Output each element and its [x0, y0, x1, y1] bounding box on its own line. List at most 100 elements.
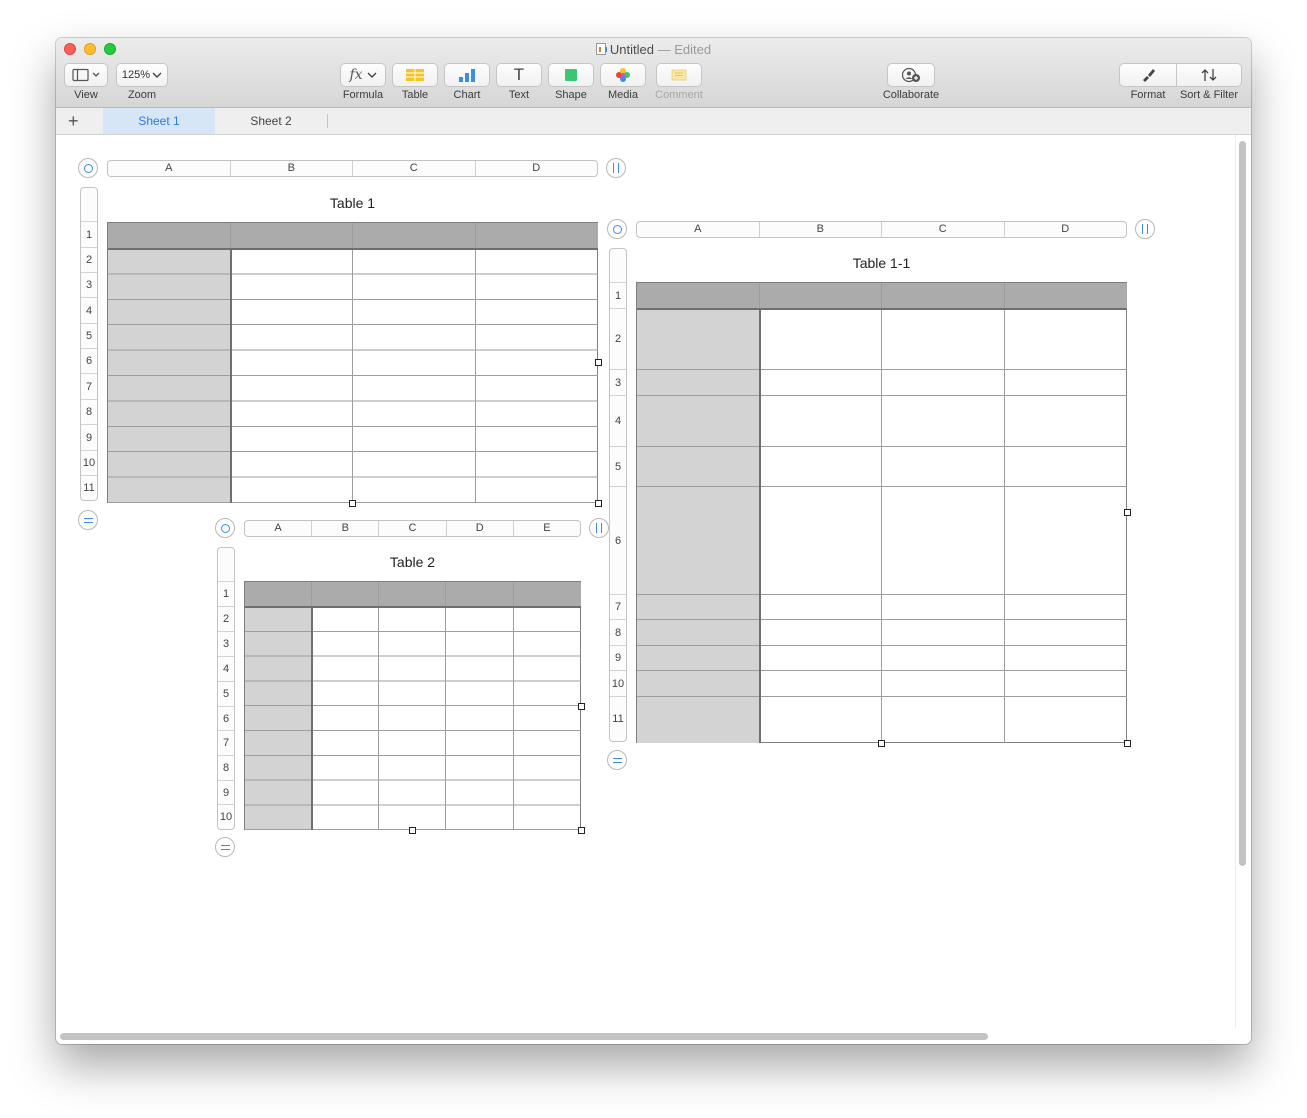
text-button[interactable]: T [496, 63, 542, 87]
column-header[interactable]: C [379, 521, 447, 536]
column-header[interactable]: A [245, 521, 313, 536]
row-header[interactable]: 6 [81, 348, 97, 373]
table-header-cell[interactable] [231, 223, 353, 249]
chart-button[interactable] [444, 63, 490, 87]
row-header[interactable]: 2 [81, 247, 97, 272]
row-header[interactable]: 2 [610, 308, 626, 369]
table-header-cell[interactable] [476, 223, 598, 249]
resize-handle[interactable] [595, 500, 602, 507]
column-header[interactable]: B [760, 222, 882, 237]
column-header[interactable]: A [637, 222, 760, 237]
column-header[interactable]: B [312, 521, 380, 536]
row-header[interactable]: 1 [610, 282, 626, 308]
table2-grid[interactable] [244, 581, 581, 830]
tab-sheet-1[interactable]: Sheet 1 [103, 108, 215, 134]
view-button[interactable] [64, 63, 108, 87]
table-button[interactable] [392, 63, 438, 87]
resize-handle[interactable] [349, 500, 356, 507]
column-header[interactable]: B [231, 161, 353, 176]
column-header[interactable]: C [353, 161, 476, 176]
table1-row-bar[interactable]: 1 2 3 4 5 6 7 8 9 10 11 [80, 187, 98, 501]
column-header[interactable]: D [447, 521, 514, 536]
table11-column-bar[interactable]: A B C D [636, 221, 1127, 238]
shape-button[interactable] [548, 63, 594, 87]
column-header[interactable]: A [108, 161, 231, 176]
table1-add-row-button[interactable] [78, 510, 98, 530]
table-column[interactable] [882, 309, 1005, 743]
collaborate-button[interactable] [887, 63, 935, 87]
row-header[interactable]: 3 [610, 369, 626, 395]
row-header[interactable]: 11 [81, 475, 97, 500]
row-header[interactable]: 10 [81, 450, 97, 475]
column-header[interactable]: C [882, 222, 1005, 237]
row-header[interactable]: 7 [610, 594, 626, 619]
formula-button[interactable]: fx [340, 63, 386, 87]
table1-column-bar[interactable]: A B C D [107, 160, 598, 177]
table1-grid[interactable] [107, 222, 598, 503]
zoom-select[interactable]: 125% [116, 63, 168, 87]
row-header[interactable]: 6 [610, 486, 626, 594]
table11-title[interactable]: Table 1-1 [636, 255, 1127, 271]
row-header[interactable]: 5 [218, 681, 234, 706]
row-header[interactable]: 9 [610, 645, 626, 670]
table-column[interactable] [760, 309, 882, 743]
row-header[interactable]: 4 [81, 297, 97, 323]
row-header[interactable]: 8 [218, 755, 234, 780]
add-sheet-button[interactable]: + [68, 111, 79, 131]
row-header[interactable]: 1 [218, 581, 234, 606]
format-button[interactable] [1119, 63, 1177, 87]
row-header[interactable]: 4 [218, 656, 234, 681]
table-header-column[interactable] [637, 309, 760, 743]
row-header[interactable]: 11 [610, 696, 626, 741]
resize-handle[interactable] [595, 359, 602, 366]
column-header[interactable]: D [1005, 222, 1127, 237]
table-header-cell[interactable] [446, 582, 514, 607]
row-header[interactable]: 9 [81, 424, 97, 450]
sort-filter-button[interactable] [1176, 63, 1242, 87]
row-header[interactable]: 8 [610, 619, 626, 645]
table1-add-column-button[interactable] [606, 158, 626, 178]
table2-select-button[interactable] [215, 518, 235, 538]
table11-select-button[interactable] [607, 219, 627, 239]
table-header-cell[interactable] [108, 223, 231, 249]
media-button[interactable] [600, 63, 646, 87]
row-header[interactable]: 7 [81, 373, 97, 399]
table2-title[interactable]: Table 2 [244, 554, 581, 570]
resize-handle[interactable] [1124, 509, 1131, 516]
table11-add-row-button[interactable] [607, 750, 627, 770]
row-header[interactable]: 1 [81, 221, 97, 247]
table-header-cell[interactable] [514, 582, 581, 607]
row-header[interactable]: 2 [218, 606, 234, 631]
row-header[interactable]: 3 [81, 272, 97, 297]
table-header-cell[interactable] [379, 582, 446, 607]
resize-handle[interactable] [578, 703, 585, 710]
row-header[interactable]: 7 [218, 730, 234, 755]
table2-row-bar[interactable]: 1 2 3 4 5 6 7 8 9 10 [217, 547, 235, 830]
comment-button[interactable] [656, 63, 702, 87]
row-header[interactable]: 5 [81, 323, 97, 348]
table2-add-column-button[interactable] [589, 518, 609, 538]
table-header-cell[interactable] [312, 582, 379, 607]
table11-add-column-button[interactable] [1135, 219, 1155, 239]
horizontal-scrollbar[interactable] [60, 1033, 988, 1040]
table11-row-bar[interactable]: 1 2 3 4 5 6 7 8 9 10 11 [609, 248, 627, 742]
resize-handle[interactable] [878, 740, 885, 747]
row-header[interactable]: 9 [218, 780, 234, 804]
table-header-cell[interactable] [245, 582, 312, 607]
column-header[interactable]: D [476, 161, 598, 176]
vertical-scrollbar[interactable] [1239, 141, 1246, 866]
resize-handle[interactable] [1124, 740, 1131, 747]
column-header[interactable]: E [514, 521, 580, 536]
table-header-cell[interactable] [1005, 283, 1127, 309]
table11-grid[interactable] [636, 282, 1127, 743]
tab-sheet-2[interactable]: Sheet 2 [215, 108, 327, 134]
table1-title[interactable]: Table 1 [107, 195, 598, 211]
table2-column-bar[interactable]: A B C D E [244, 520, 581, 537]
row-header[interactable]: 5 [610, 446, 626, 486]
row-header[interactable]: 6 [218, 706, 234, 730]
table-header-cell[interactable] [882, 283, 1005, 309]
row-header[interactable]: 10 [610, 670, 626, 696]
table2-add-row-button[interactable] [215, 837, 235, 857]
table-header-cell[interactable] [760, 283, 882, 309]
table-header-cell[interactable] [637, 283, 760, 309]
